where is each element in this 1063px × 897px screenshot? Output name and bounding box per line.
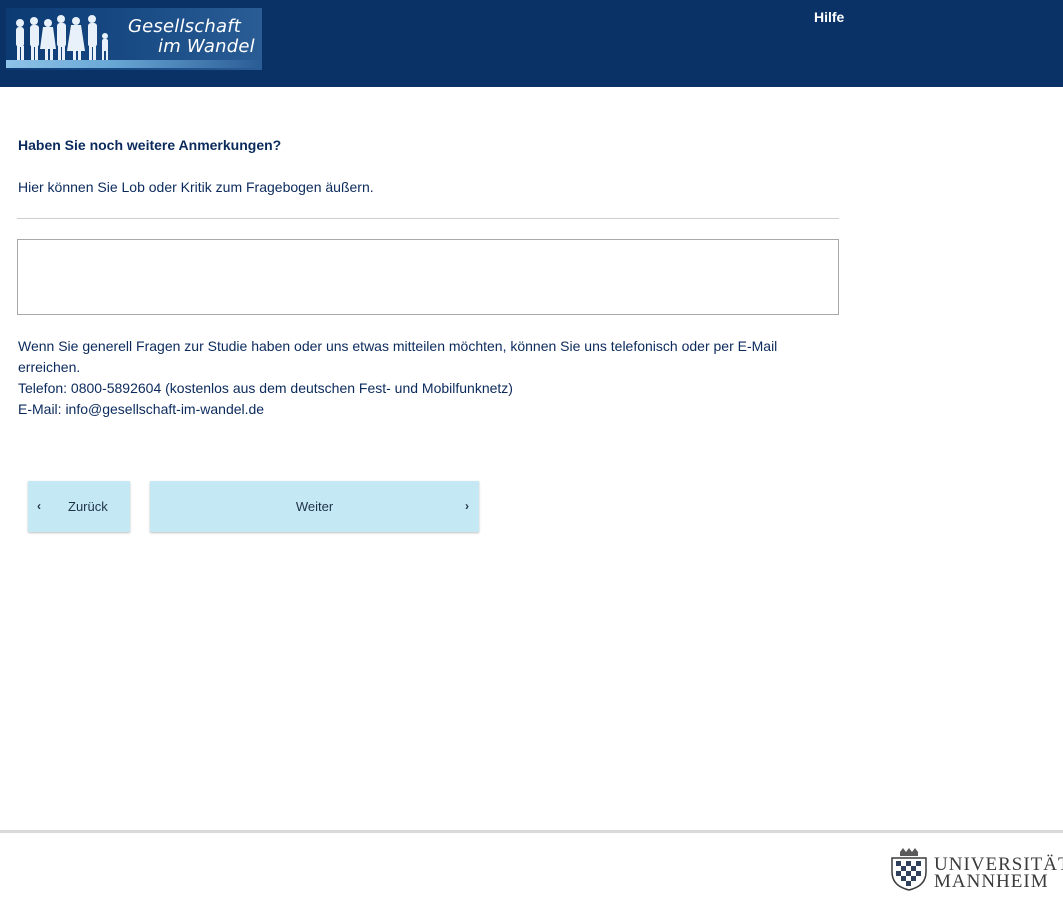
back-button[interactable]: ‹ Zurück	[28, 481, 130, 532]
chevron-left-icon: ‹	[37, 499, 41, 513]
universitaet-mannheim-logo: UNIVERSITÄT MANNHEIM	[888, 846, 1063, 892]
logo-text-line1: Gesellschaft	[128, 16, 241, 37]
question-title: Haben Sie noch weitere Anmerkungen?	[18, 137, 282, 153]
help-link[interactable]: Hilfe	[814, 9, 844, 25]
next-button[interactable]: Weiter ›	[150, 481, 479, 532]
email-text: E-Mail: info@gesellschaft-im-wandel.de	[18, 401, 265, 417]
chevron-right-icon: ›	[465, 499, 469, 513]
back-button-label: Zurück	[68, 499, 108, 514]
people-silhouette-icon	[16, 15, 108, 62]
question-subtitle: Hier können Sie Lob oder Kritik zum Frag…	[18, 179, 374, 195]
logo-text-line2: im Wandel	[158, 36, 255, 57]
header-bar: Gesellschaft im Wandel Hilfe	[0, 0, 1063, 87]
university-crest-icon	[891, 848, 927, 891]
contact-info: Wenn Sie generell Fragen zur Studie habe…	[18, 336, 838, 420]
phone-text: Telefon: 0800-5892604 (kostenlos aus dem…	[18, 380, 513, 396]
uni-name-line2: MANNHEIM	[934, 871, 1049, 892]
footer-divider	[0, 830, 1063, 833]
gesellschaft-im-wandel-logo: Gesellschaft im Wandel	[6, 8, 262, 70]
logo-stripe	[6, 60, 262, 68]
contact-info-line: erreichen.	[18, 359, 81, 375]
contact-info-line: Wenn Sie generell Fragen zur Studie habe…	[18, 338, 778, 354]
divider	[17, 218, 839, 219]
comment-textarea[interactable]	[17, 239, 839, 315]
next-button-label: Weiter	[295, 499, 334, 514]
